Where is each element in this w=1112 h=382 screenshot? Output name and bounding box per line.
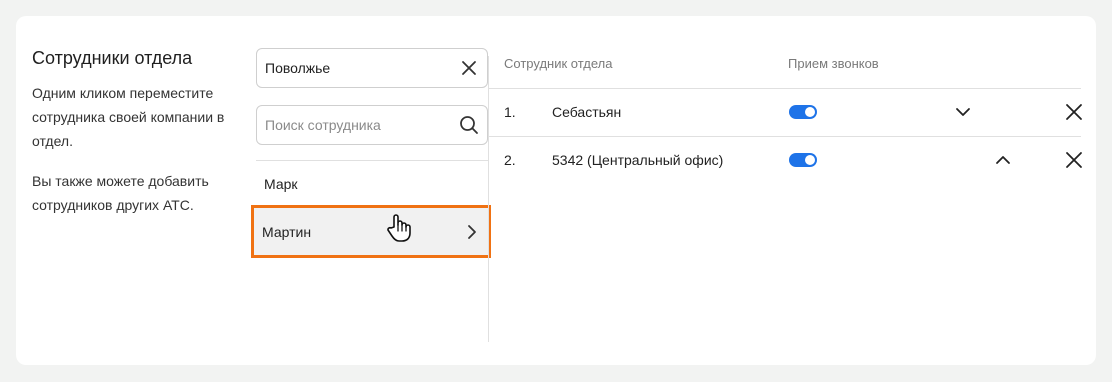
section-title: Сотрудники отдела <box>32 48 193 68</box>
remove-icon[interactable] <box>1065 103 1083 121</box>
table-row: 1. Себастьян <box>504 89 1083 135</box>
employee-name: Мартин <box>262 223 312 240</box>
chevron-down-icon[interactable] <box>954 103 972 121</box>
row-employee-name: 5342 (Центральный офис) <box>552 152 724 168</box>
remove-icon[interactable] <box>1065 151 1083 169</box>
section-description-extra: Вы также можете добавить сотрудников дру… <box>32 173 209 213</box>
chevron-right-icon[interactable] <box>464 224 480 240</box>
clear-icon[interactable] <box>459 58 479 78</box>
table-row: 2. 5342 (Центральный офис) <box>504 137 1083 183</box>
department-value: Поволжье <box>265 60 331 76</box>
employee-name: Марк <box>264 176 298 192</box>
section-description: Одним кликом переместите сотрудника свое… <box>32 85 225 149</box>
column-header-employee: Сотрудник отдела <box>504 56 613 71</box>
column-header-calls: Прием звонков <box>788 56 879 71</box>
calls-toggle[interactable] <box>789 105 817 119</box>
row-number: 1. <box>504 104 516 120</box>
search-icon[interactable] <box>459 115 479 135</box>
employee-list-item[interactable]: Марк <box>256 160 488 208</box>
department-select[interactable]: Поволжье <box>256 48 488 88</box>
row-number: 2. <box>504 152 516 168</box>
info-panel: Сотрудники отдела Одним кликом перемести… <box>32 48 242 217</box>
search-placeholder: Поиск сотрудника <box>265 117 381 133</box>
search-input[interactable]: Поиск сотрудника <box>256 105 488 145</box>
department-employees-card: Сотрудники отдела Одним кликом перемести… <box>16 16 1096 365</box>
vertical-divider <box>488 56 489 342</box>
employee-list-item-highlighted[interactable]: Мартин <box>251 205 491 258</box>
calls-toggle[interactable] <box>789 153 817 167</box>
hand-cursor-icon <box>387 214 411 242</box>
row-employee-name: Себастьян <box>552 104 622 120</box>
chevron-up-icon[interactable] <box>994 151 1012 169</box>
